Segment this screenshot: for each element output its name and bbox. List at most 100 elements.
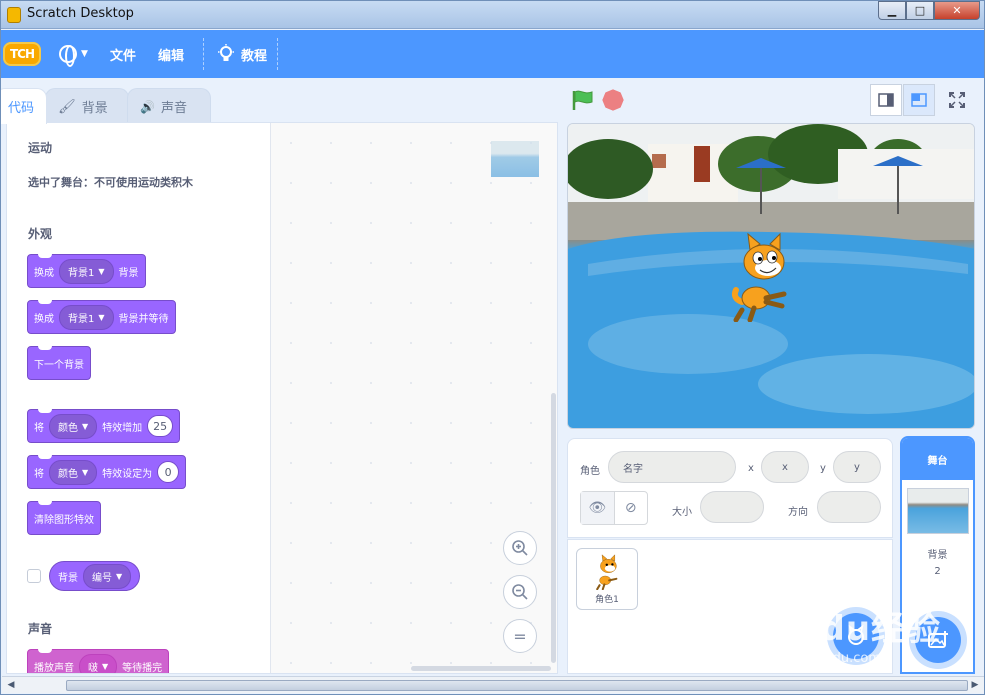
- set-effect-block[interactable]: 将 颜色 ▼ 特效设定为 0: [27, 455, 187, 489]
- window-horizontal-scrollbar[interactable]: ◀ ▶: [2, 676, 984, 693]
- scroll-left-icon[interactable]: ◀: [4, 679, 18, 691]
- next-backdrop-block[interactable]: 下一个背景: [27, 346, 91, 380]
- speaker-icon: 🔊: [140, 99, 155, 114]
- direction-input[interactable]: [817, 491, 881, 523]
- menu-divider: [203, 38, 204, 70]
- size-label: 大小: [672, 507, 692, 518]
- scratch-logo[interactable]: TCH: [3, 42, 41, 66]
- block-text: 将: [34, 422, 44, 434]
- zoom-in-button[interactable]: [503, 531, 537, 565]
- size-input[interactable]: [700, 491, 764, 523]
- block-text: 清除图形特效: [34, 514, 94, 526]
- lightbulb-icon: [218, 44, 234, 61]
- scroll-right-icon[interactable]: ▶: [968, 679, 982, 691]
- cat-sprite[interactable]: [728, 232, 798, 322]
- block-text: 等待播完: [122, 662, 163, 674]
- block-text: 换成: [34, 267, 54, 279]
- backdrop-reporter-checkbox[interactable]: [27, 569, 41, 583]
- block-text: 特效增加: [102, 422, 143, 434]
- edit-menu[interactable]: 编辑: [158, 30, 184, 78]
- tab-code-label: 代码: [8, 101, 35, 116]
- workspace-horizontal-scrollbar[interactable]: [411, 666, 551, 671]
- code-area: 运动 选中了舞台：不可使用运动类积木 外观 换成 背景1 ▼ 背景 换成 背景1 ▼…: [6, 122, 558, 674]
- switch-backdrop-and-wait-block[interactable]: 换成 背景1 ▼ 背景并等待: [27, 300, 176, 334]
- number-name-dropdown[interactable]: 编号 ▼: [83, 563, 132, 589]
- workspace-vertical-scrollbar[interactable]: [551, 393, 556, 663]
- play-sound-until-done-block[interactable]: 播放声音 啵 ▼ 等待播完: [27, 649, 170, 674]
- watermark-url: jingyan.baidu.com: [761, 651, 881, 666]
- clear-effects-block[interactable]: 清除图形特效: [27, 501, 101, 535]
- zoom-reset-button[interactable]: =: [503, 619, 537, 653]
- caret-down-icon: ▼: [116, 571, 123, 581]
- globe-icon: [59, 45, 77, 67]
- backdrop-count: 2: [934, 566, 941, 577]
- sprite-name-input[interactable]: 名字: [608, 451, 736, 483]
- block-text: 背景: [58, 572, 78, 584]
- watermark: Baidu经验: [757, 609, 942, 649]
- backdrop-number-reporter[interactable]: 背景 编号 ▼: [49, 561, 141, 591]
- tab-backdrops-label: 背景: [81, 101, 108, 116]
- block-text: 背景: [118, 267, 139, 279]
- caret-down-icon: ▼: [98, 312, 105, 322]
- fullscreen-button[interactable]: [941, 84, 973, 116]
- change-effect-block[interactable]: 将 颜色 ▼ 特效增加 25: [27, 409, 181, 443]
- tab-sounds-label: 声音: [160, 101, 187, 116]
- backdrop-dropdown[interactable]: 背景1 ▼: [59, 304, 114, 330]
- caret-down-icon: ▼: [98, 266, 105, 276]
- paintbrush-icon: 🖌: [58, 98, 76, 115]
- cat-thumbnail-icon: [596, 554, 618, 590]
- app-window: Scratch Desktop ▁ □ ✕ TCH ▼ 文件 编辑 教程 代码 …: [0, 0, 985, 695]
- stop-icon[interactable]: [600, 87, 626, 113]
- small-stage-button[interactable]: [870, 84, 902, 116]
- block-text: 特效设定为: [102, 468, 153, 480]
- motion-category-title: 运动: [28, 141, 53, 155]
- backdrops-label: 背景: [927, 550, 948, 561]
- close-button[interactable]: ✕: [934, 1, 980, 20]
- effect-change-input[interactable]: 25: [147, 415, 174, 437]
- block-palette: 运动 选中了舞台：不可使用运动类积木 外观 换成 背景1 ▼ 背景 换成 背景1 ▼…: [19, 123, 271, 673]
- backdrop-dropdown[interactable]: 背景1 ▼: [59, 258, 114, 284]
- sprite-info-panel: 角色 名字 x x y y 👁 ⊘ 大小 方向: [567, 438, 893, 538]
- stage-thumbnail: [491, 141, 539, 177]
- file-menu[interactable]: 文件: [110, 30, 136, 78]
- caret-down-icon: ▼: [81, 49, 88, 59]
- sprite-card[interactable]: 角色1: [576, 548, 638, 610]
- tab-code[interactable]: 代码: [1, 88, 47, 124]
- menu-bar: TCH ▼ 文件 编辑 教程: [1, 30, 984, 78]
- switch-backdrop-block[interactable]: 换成 背景1 ▼ 背景: [27, 254, 146, 288]
- sound-category-title: 声音: [28, 622, 53, 636]
- scrollbar-thumb[interactable]: [66, 680, 968, 691]
- normal-stage-button[interactable]: [903, 84, 935, 116]
- stage-canvas[interactable]: [567, 123, 975, 429]
- visibility-toggle: 👁 ⊘: [580, 491, 648, 525]
- title-bar: Scratch Desktop ▁ □ ✕: [1, 1, 984, 29]
- caret-down-icon: ▼: [82, 421, 89, 431]
- maximize-button[interactable]: □: [906, 1, 934, 20]
- normal-stage-icon: [911, 93, 927, 107]
- caret-down-icon: ▼: [102, 661, 109, 671]
- block-text: 下一个背景: [34, 359, 84, 371]
- show-eye-icon[interactable]: 👁: [581, 492, 615, 524]
- scratch-app-icon: [7, 7, 21, 23]
- y-input[interactable]: y: [833, 451, 881, 483]
- effect-dropdown[interactable]: 颜色 ▼: [49, 459, 98, 485]
- sound-dropdown[interactable]: 啵 ▼: [79, 653, 118, 673]
- minimize-button[interactable]: ▁: [878, 1, 906, 20]
- language-menu[interactable]: ▼: [59, 30, 88, 78]
- tab-backdrops[interactable]: 🖌 背景: [45, 88, 129, 124]
- green-flag-icon[interactable]: [571, 89, 595, 111]
- tab-sounds[interactable]: 🔊 声音: [127, 88, 211, 124]
- hide-eye-icon[interactable]: ⊘: [615, 492, 648, 524]
- effect-dropdown[interactable]: 颜色 ▼: [49, 413, 98, 439]
- effect-set-input[interactable]: 0: [157, 461, 180, 483]
- tutorials-menu[interactable]: 教程: [217, 30, 267, 78]
- block-text: 播放声音: [34, 662, 74, 674]
- zoom-in-icon: [512, 540, 528, 556]
- stage-selector-title: 舞台: [902, 438, 973, 480]
- x-input[interactable]: x: [761, 451, 809, 483]
- script-workspace[interactable]: =: [271, 123, 557, 673]
- fullscreen-icon: [949, 92, 965, 108]
- backdrop-thumbnail: [907, 488, 969, 534]
- zoom-out-button[interactable]: [503, 575, 537, 609]
- tutorials-label: 教程: [241, 48, 268, 64]
